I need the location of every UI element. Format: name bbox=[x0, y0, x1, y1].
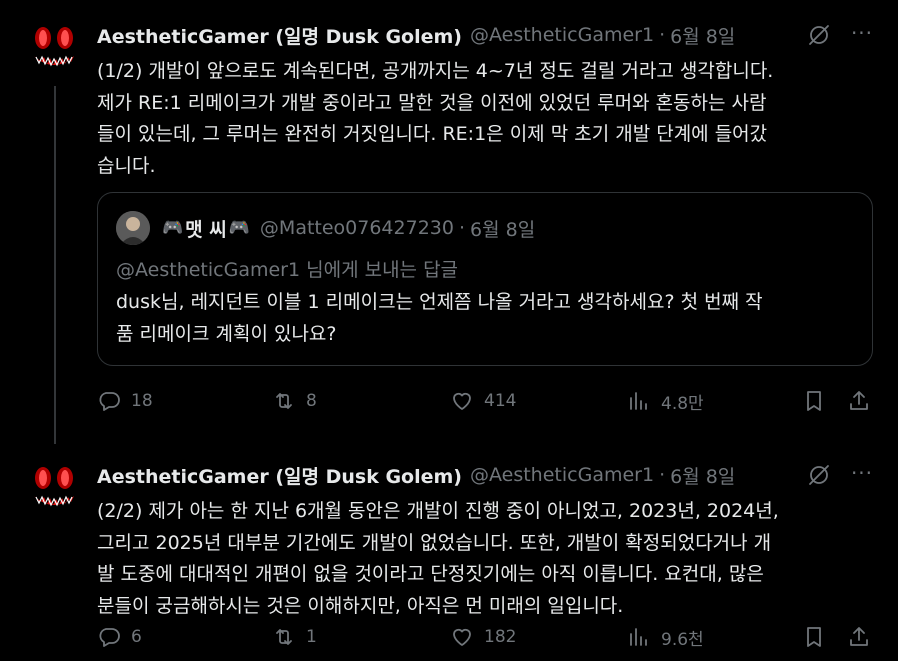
share-icon bbox=[850, 627, 868, 646]
views-chart-icon bbox=[630, 628, 647, 646]
tweet-date[interactable]: 6월 8일 bbox=[670, 22, 735, 49]
action-bar: 18 8 414 4.8만 bbox=[97, 386, 877, 416]
bookmark-button[interactable] bbox=[802, 386, 836, 416]
more-button[interactable]: ··· bbox=[849, 462, 875, 488]
bookmark-button[interactable] bbox=[802, 622, 836, 652]
grok-icon bbox=[809, 465, 829, 485]
author-name[interactable]: AestheticGamer (일명 Dusk Golem) bbox=[97, 22, 462, 49]
heart-icon bbox=[453, 392, 471, 410]
bookmark-icon bbox=[807, 627, 821, 647]
heart-icon bbox=[453, 628, 471, 646]
tweet-header: AestheticGamer (일명 Dusk Golem) @Aestheti… bbox=[97, 22, 735, 48]
repost-count: 8 bbox=[306, 391, 317, 411]
share-button[interactable] bbox=[847, 386, 881, 416]
grok-icon bbox=[809, 25, 829, 45]
repost-icon bbox=[276, 393, 292, 409]
repost-button[interactable]: 1 bbox=[272, 622, 317, 652]
reply-button[interactable]: 6 bbox=[97, 622, 142, 652]
quote-text: dusk님, 레지던트 이블 1 리메이크는 언제쯤 나올 거라고 생각하세요?… bbox=[116, 291, 763, 345]
author-handle[interactable]: @AestheticGamer1 bbox=[470, 24, 654, 46]
views-button[interactable]: 9.6천 bbox=[627, 622, 704, 652]
view-count: 4.8만 bbox=[661, 393, 704, 414]
separator: · bbox=[659, 24, 666, 46]
share-button[interactable] bbox=[847, 622, 881, 652]
more-dots-icon: ··· bbox=[850, 461, 874, 485]
grok-button[interactable] bbox=[806, 462, 832, 488]
like-button[interactable]: 414 bbox=[450, 386, 516, 416]
quoted-tweet[interactable]: 🎮 맷 씨 🎮 @Matteo076427230 · 6월 8일 @Aesthe… bbox=[97, 192, 873, 366]
repost-count: 1 bbox=[306, 627, 317, 647]
action-bar: 6 1 182 9.6천 bbox=[97, 622, 877, 652]
like-button[interactable]: 182 bbox=[450, 622, 516, 652]
like-count: 182 bbox=[484, 627, 517, 647]
tweet-1[interactable]: AestheticGamer (일명 Dusk Golem) @Aestheti… bbox=[0, 0, 898, 444]
quote-header: 🎮 맷 씨 🎮 @Matteo076427230 · 6월 8일 bbox=[160, 215, 535, 241]
separator: · bbox=[458, 217, 466, 239]
share-icon bbox=[850, 391, 868, 410]
reply-icon bbox=[99, 628, 120, 647]
avatar[interactable] bbox=[24, 456, 84, 516]
repost-icon bbox=[276, 629, 292, 645]
views-button[interactable]: 4.8만 bbox=[627, 386, 704, 416]
author-name[interactable]: AestheticGamer (일명 Dusk Golem) bbox=[97, 462, 462, 489]
tweet-header: AestheticGamer (일명 Dusk Golem) @Aestheti… bbox=[97, 462, 735, 488]
gamepad-icon: 🎮 bbox=[162, 218, 184, 238]
tweet-2[interactable]: AestheticGamer (일명 Dusk Golem) @Aestheti… bbox=[0, 440, 898, 661]
reply-context: @AestheticGamer1 님에게 보내는 답글 bbox=[116, 259, 459, 281]
reply-count: 18 bbox=[131, 391, 153, 411]
quote-author-name[interactable]: 맷 씨 bbox=[185, 215, 227, 242]
thread-line bbox=[54, 86, 56, 444]
reply-count: 6 bbox=[131, 627, 142, 647]
gamepad-icon: 🎮 bbox=[228, 218, 250, 238]
quote-date[interactable]: 6월 8일 bbox=[470, 215, 535, 242]
avatar[interactable] bbox=[24, 16, 84, 76]
bookmark-icon bbox=[807, 391, 821, 411]
more-button[interactable]: ··· bbox=[849, 22, 875, 48]
view-count: 9.6천 bbox=[661, 629, 704, 650]
author-handle[interactable]: @AestheticGamer1 bbox=[470, 464, 654, 486]
person-avatar-icon bbox=[116, 211, 150, 245]
monster-avatar-icon bbox=[24, 16, 84, 76]
monster-avatar-icon bbox=[24, 456, 84, 516]
like-count: 414 bbox=[484, 391, 517, 411]
tweet-text: (1/2) 개발이 앞으로도 계속된다면, 공개까지는 4~7년 정도 걸릴 거… bbox=[97, 60, 774, 177]
repost-button[interactable]: 8 bbox=[272, 386, 317, 416]
reply-button[interactable]: 18 bbox=[97, 386, 153, 416]
tweet-date[interactable]: 6월 8일 bbox=[670, 462, 735, 489]
quote-author-handle[interactable]: @Matteo076427230 bbox=[260, 217, 454, 239]
separator: · bbox=[659, 464, 666, 486]
tweet-text: (2/2) 제가 아는 한 지난 6개월 동안은 개발이 진행 중이 아니었고,… bbox=[97, 500, 779, 617]
views-chart-icon bbox=[630, 392, 647, 410]
reply-icon bbox=[99, 392, 120, 411]
quote-avatar[interactable] bbox=[116, 211, 150, 245]
more-dots-icon: ··· bbox=[850, 21, 874, 45]
grok-button[interactable] bbox=[806, 22, 832, 48]
